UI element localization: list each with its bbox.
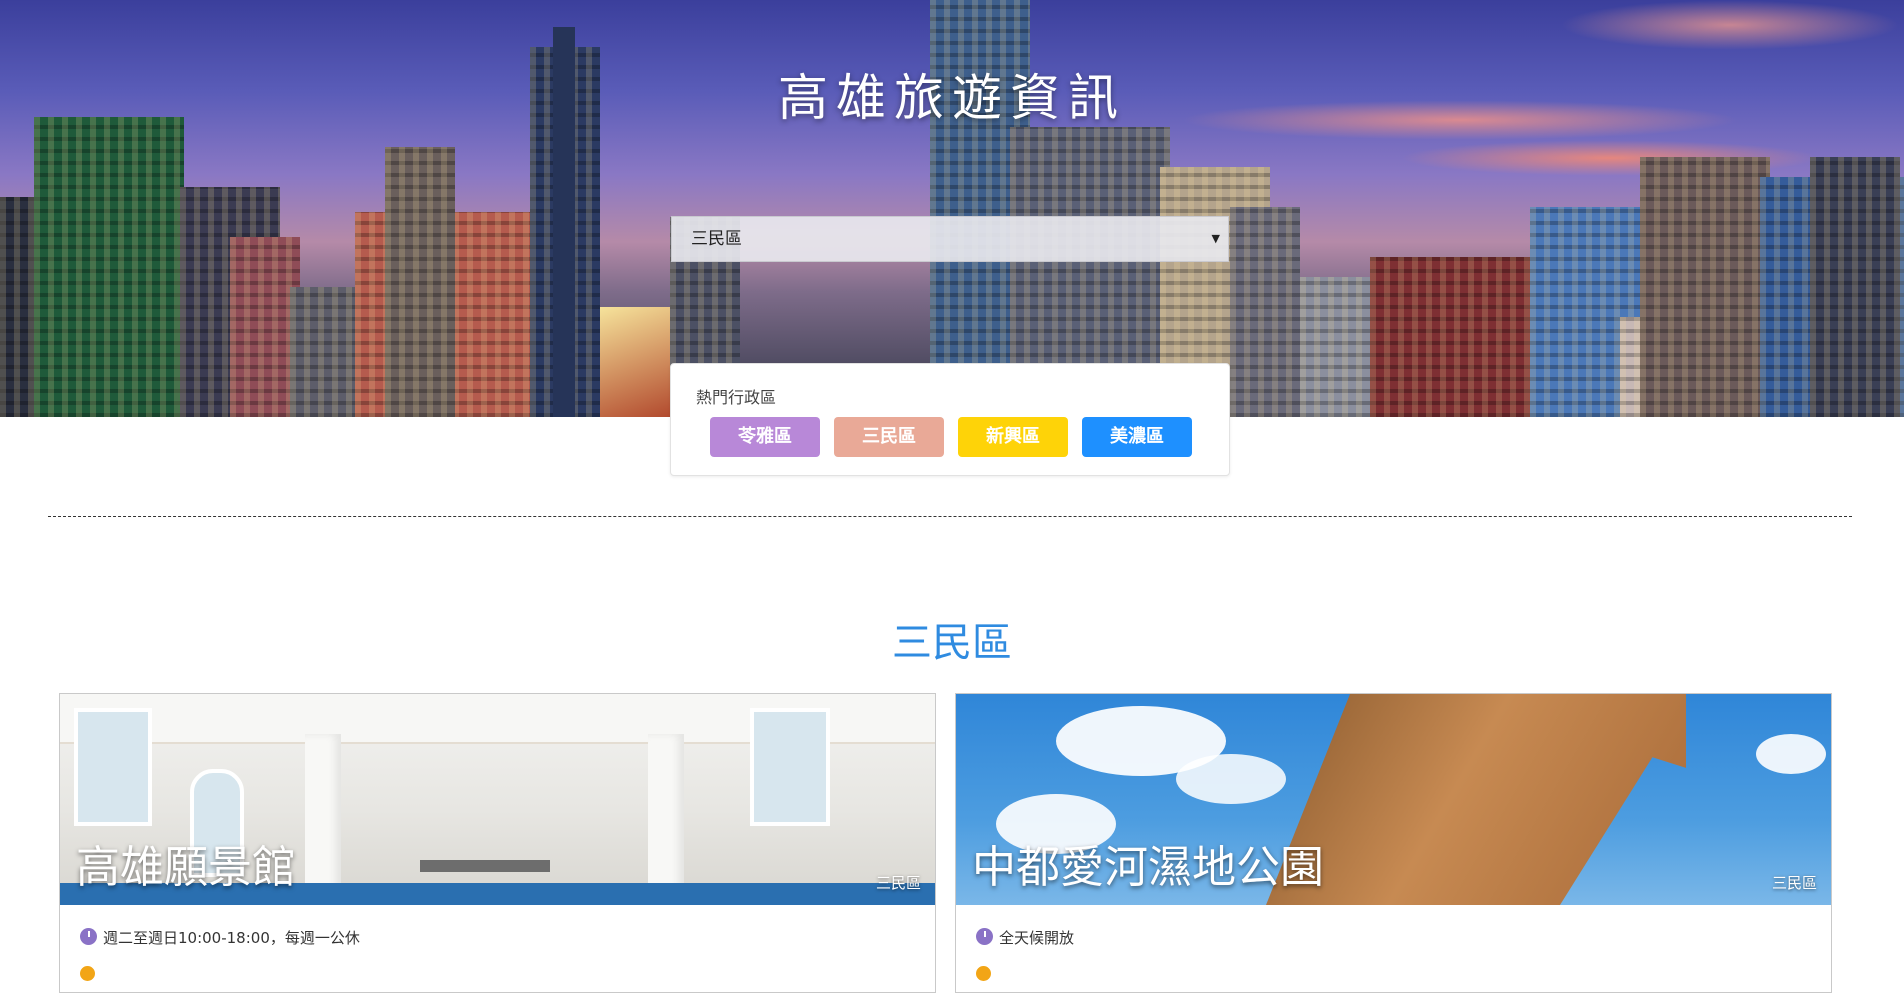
plaque (420, 860, 550, 872)
skyline-building (1230, 207, 1300, 417)
district-select-value: 三民區 (691, 229, 742, 249)
hot-district-button-xinxing[interactable]: 新興區 (958, 417, 1068, 457)
hero-banner: 高雄旅遊資訊 三民區 ▼ (0, 0, 1904, 417)
section-title: 三民區 (892, 620, 1012, 666)
location-icon (80, 966, 95, 981)
cloud-decoration (1176, 754, 1286, 804)
hot-district-button-meinong[interactable]: 美濃區 (1082, 417, 1192, 457)
section-divider (48, 516, 1852, 517)
spot-hours: 全天候開放 (976, 927, 1074, 948)
spot-card[interactable]: 中都愛河濕地公園 三民區 全天候開放 (955, 693, 1832, 993)
skyline-building (385, 147, 455, 417)
skyline-building (1370, 257, 1530, 417)
spot-hours-text: 週二至週日10:00-18:00，每週一公休 (103, 929, 360, 947)
skyline-building (34, 117, 184, 417)
skyline-building (1300, 277, 1380, 417)
cloud-decoration (1756, 734, 1826, 774)
spot-name: 中都愛河濕地公園 (972, 842, 1324, 893)
skyline-street (600, 307, 670, 417)
district-select[interactable]: 三民區 ▼ (671, 216, 1229, 262)
skyline-building (1810, 157, 1900, 417)
caret-down-icon: ▼ (1211, 232, 1220, 245)
hot-districts-title: 熱門行政區 (696, 388, 777, 407)
page-title: 高雄旅遊資訊 (778, 69, 1126, 127)
column-decoration (305, 734, 341, 905)
spot-image: 高雄願景館 三民區 (60, 694, 935, 905)
spot-name: 高雄願景館 (76, 842, 296, 893)
column-decoration (648, 734, 684, 905)
clock-icon (976, 928, 993, 945)
skyline-building (1640, 157, 1770, 417)
location-icon (976, 966, 991, 981)
window-decoration (74, 708, 152, 826)
hot-district-button-sanmin[interactable]: 三民區 (834, 417, 944, 457)
spot-zone: 三民區 (875, 874, 921, 892)
clock-icon (80, 928, 97, 945)
spot-zone: 三民區 (1771, 874, 1817, 892)
window-decoration (750, 708, 830, 826)
pavilion-roof (1266, 694, 1686, 905)
spot-hours-text: 全天候開放 (999, 929, 1075, 947)
hot-districts-panel: 熱門行政區 苓雅區 三民區 新興區 美濃區 (670, 363, 1230, 476)
spot-card[interactable]: 高雄願景館 三民區 週二至週日10:00-18:00，每週一公休 (59, 693, 936, 993)
spot-image: 中都愛河濕地公園 三民區 (956, 694, 1831, 905)
spot-hours: 週二至週日10:00-18:00，每週一公休 (80, 927, 360, 948)
hot-district-button-lingya[interactable]: 苓雅區 (710, 417, 820, 457)
